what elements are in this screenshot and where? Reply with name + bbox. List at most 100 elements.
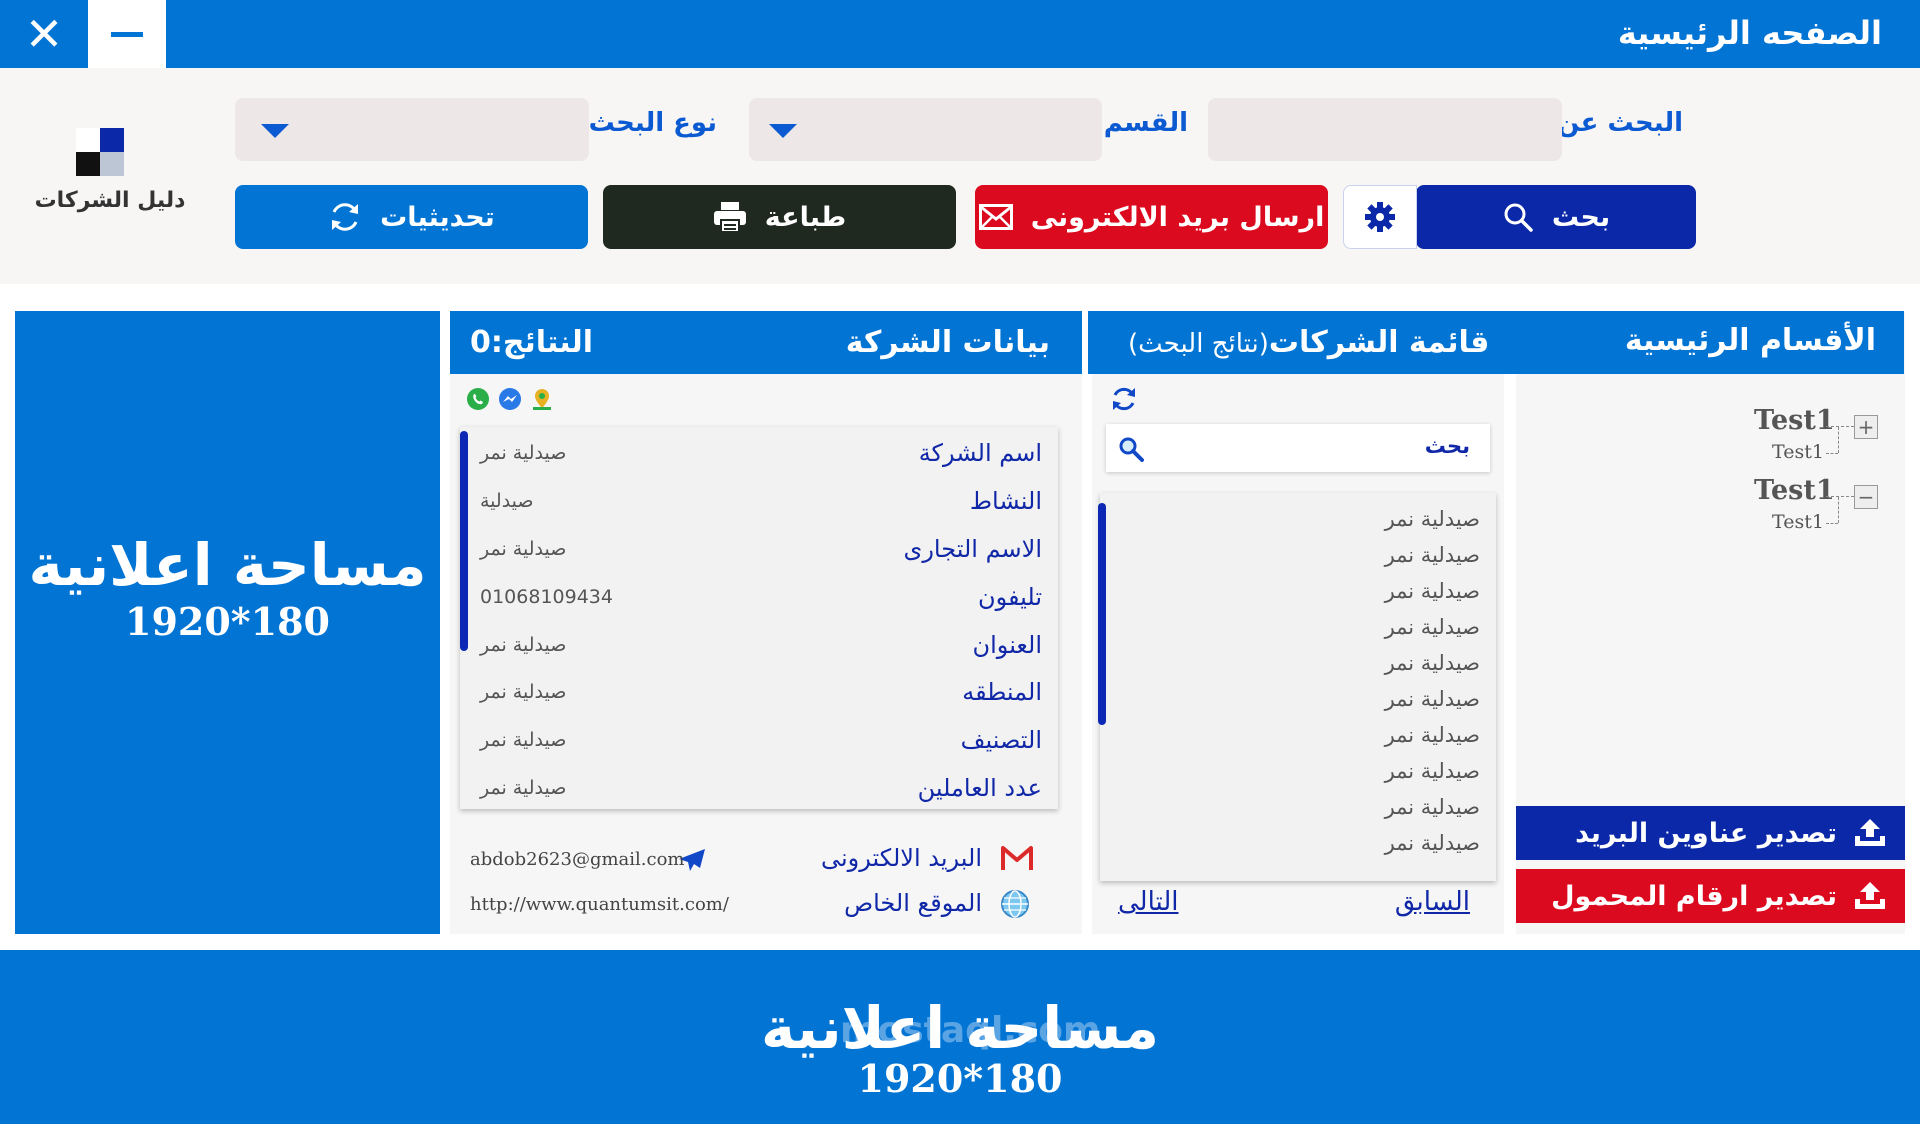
print-button[interactable]: طباعة bbox=[603, 185, 956, 249]
list-scrollbar[interactable] bbox=[1098, 503, 1106, 725]
email-label: البريد الالكترونى bbox=[820, 844, 982, 872]
minimize-button[interactable] bbox=[88, 0, 166, 68]
detail-label: عدد العاملين bbox=[917, 774, 1042, 802]
search-type-label: نوع البحث bbox=[588, 108, 717, 138]
detail-value: صيدلية نمر bbox=[480, 442, 567, 464]
detail-value: صيدلية نمر bbox=[480, 729, 567, 751]
ad-text: مساحة اعلانية bbox=[28, 531, 427, 599]
collapse-icon[interactable]: − bbox=[1854, 485, 1878, 509]
detail-label: التصنيف bbox=[960, 726, 1042, 754]
whatsapp-icon[interactable] bbox=[466, 387, 490, 411]
gmail-icon bbox=[1001, 846, 1033, 870]
search-button[interactable]: بحث bbox=[1416, 185, 1696, 249]
ad-banner-left[interactable]: مساحة اعلانية 1920*180 bbox=[15, 311, 440, 934]
tree-connector bbox=[1826, 496, 1854, 497]
categories-title: الأقسام الرئيسية bbox=[1624, 323, 1876, 358]
website-value[interactable]: http://www.quantumsit.com/ bbox=[470, 894, 729, 915]
updates-label: تحديثيات bbox=[380, 201, 495, 233]
detail-value: صيدلية bbox=[480, 490, 534, 512]
ad-size: 1920*180 bbox=[857, 1056, 1063, 1101]
settings-button[interactable] bbox=[1343, 185, 1417, 249]
export-emails-label: تصدير عناوين البريد bbox=[1575, 817, 1837, 849]
tree-connector bbox=[1838, 427, 1839, 453]
companies-list-panel: بحث صيدلية نمر صيدلية نمر صيدلية نمر صيد… bbox=[1092, 311, 1504, 934]
tree-node[interactable]: Test1 bbox=[1754, 475, 1835, 506]
list-item[interactable]: صيدلية نمر bbox=[1385, 687, 1480, 711]
search-icon bbox=[1504, 203, 1533, 232]
close-button[interactable]: ✕ bbox=[0, 0, 88, 68]
updates-button[interactable]: تحديثيات bbox=[235, 185, 588, 249]
detail-value: صيدلية نمر bbox=[480, 777, 567, 799]
search-placeholder: بحث bbox=[1424, 434, 1470, 458]
detail-row: النشاط صيدلية bbox=[460, 481, 1058, 525]
details-scrollbar[interactable] bbox=[460, 431, 468, 651]
email-value[interactable]: abdob2623@gmail.com bbox=[470, 849, 685, 870]
companies-list-title: قائمة الشركات(نتائج البحث) bbox=[1128, 325, 1489, 360]
window-title: الصفحه الرئيسية bbox=[1617, 14, 1882, 52]
chevron-down-icon bbox=[769, 124, 797, 138]
export-mobiles-button[interactable]: تصدير ارقام المحمول bbox=[1516, 869, 1905, 923]
list-item[interactable]: صيدلية نمر bbox=[1385, 795, 1480, 819]
upload-icon bbox=[1855, 819, 1885, 846]
export-mobiles-label: تصدير ارقام المحمول bbox=[1551, 880, 1837, 912]
social-icons bbox=[466, 387, 554, 411]
prev-page-link[interactable]: السابق bbox=[1395, 887, 1470, 917]
print-label: طباعة bbox=[764, 201, 847, 233]
tree-child[interactable]: Test1 bbox=[1772, 511, 1824, 533]
tree-connector bbox=[1826, 453, 1838, 454]
detail-row: تليفون 01068109434 bbox=[460, 577, 1058, 621]
detail-value: صيدلية نمر bbox=[480, 681, 567, 703]
detail-label: العنوان bbox=[972, 631, 1043, 659]
list-item[interactable]: صيدلية نمر bbox=[1385, 759, 1480, 783]
refresh-icon[interactable] bbox=[1110, 385, 1138, 413]
list-panel-header: الأقسام الرئيسية قائمة الشركات(نتائج الب… bbox=[1088, 311, 1904, 374]
detail-value: 01068109434 bbox=[480, 586, 613, 608]
company-panel-title: بيانات الشركة bbox=[845, 325, 1050, 360]
search-for-input[interactable] bbox=[1208, 98, 1562, 161]
detail-label: اسم الشركة bbox=[918, 439, 1042, 467]
list-item[interactable]: صيدلية نمر bbox=[1385, 723, 1480, 747]
companies-list: صيدلية نمر صيدلية نمر صيدلية نمر صيدلية … bbox=[1100, 493, 1496, 881]
section-select[interactable] bbox=[749, 98, 1102, 161]
website-row: الموقع الخاص http://www.quantumsit.com/ bbox=[450, 885, 1082, 925]
detail-label: النشاط bbox=[969, 487, 1042, 515]
next-page-link[interactable]: التالى bbox=[1118, 887, 1179, 917]
companies-list-subtitle: (نتائج البحث) bbox=[1128, 329, 1269, 359]
tree-connector bbox=[1838, 497, 1839, 523]
logo-text: دليل الشركات bbox=[34, 188, 186, 213]
search-button-label: بحث bbox=[1551, 201, 1611, 233]
detail-row: التصنيف صيدلية نمر bbox=[460, 720, 1058, 764]
search-type-select[interactable] bbox=[235, 98, 589, 161]
location-icon[interactable] bbox=[530, 387, 554, 411]
watermark: mostaql.com bbox=[840, 1010, 1101, 1051]
list-item[interactable]: صيدلية نمر bbox=[1385, 831, 1480, 855]
gear-icon bbox=[1365, 202, 1395, 232]
header-divider bbox=[1083, 311, 1088, 374]
search-for-label: البحث عن bbox=[1557, 108, 1683, 138]
ad-size: 1920*180 bbox=[125, 599, 330, 644]
mail-icon bbox=[978, 204, 1013, 230]
list-item[interactable]: صيدلية نمر bbox=[1385, 543, 1480, 567]
section-label: القسم bbox=[1103, 108, 1188, 138]
tree-node[interactable]: Test1 bbox=[1754, 405, 1835, 436]
detail-value: صيدلية نمر bbox=[480, 538, 567, 560]
detail-row: العنوان صيدلية نمر bbox=[460, 625, 1058, 669]
company-panel: بيانات الشركة النتائج:0 اسم الشركة صيدلية… bbox=[450, 311, 1082, 934]
companies-search-input[interactable]: بحث bbox=[1106, 424, 1490, 472]
messenger-icon[interactable] bbox=[498, 387, 522, 411]
send-email-label: ارسال بريد الالكترونى bbox=[1030, 201, 1325, 233]
export-emails-button[interactable]: تصدير عناوين البريد bbox=[1516, 806, 1905, 860]
list-item[interactable]: صيدلية نمر bbox=[1385, 615, 1480, 639]
list-item[interactable]: صيدلية نمر bbox=[1385, 651, 1480, 675]
panel-divider bbox=[1504, 374, 1516, 934]
categories-panel: Test1 Test1 + Test1 Test1 − تصدير عناوين… bbox=[1516, 311, 1905, 934]
tree-child[interactable]: Test1 bbox=[1772, 441, 1824, 463]
search-icon bbox=[1119, 437, 1144, 462]
detail-value: صيدلية نمر bbox=[480, 634, 567, 656]
list-item[interactable]: صيدلية نمر bbox=[1385, 579, 1480, 603]
chevron-down-icon bbox=[261, 124, 289, 138]
expand-icon[interactable]: + bbox=[1854, 415, 1878, 439]
list-item[interactable]: صيدلية نمر bbox=[1385, 507, 1480, 531]
send-email-button[interactable]: ارسال بريد الالكترونى bbox=[975, 185, 1328, 249]
detail-row: اسم الشركة صيدلية نمر bbox=[460, 433, 1058, 477]
